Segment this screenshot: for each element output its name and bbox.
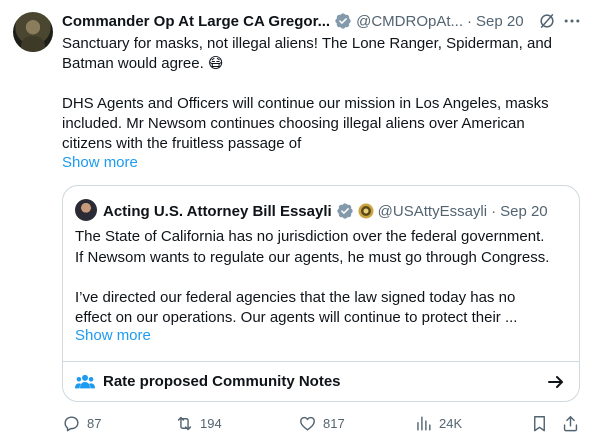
affiliation-seal-icon[interactable]: [358, 203, 374, 219]
rate-community-notes-label[interactable]: Rate proposed Community Notes: [103, 373, 341, 390]
repost-count: 194: [200, 416, 222, 431]
show-more-link[interactable]: Show more: [62, 153, 138, 173]
quote-text-line: I’ve directed our federal agencies that …: [75, 289, 516, 306]
quote-header-separator: ·: [491, 202, 497, 220]
arrow-right-icon[interactable]: [547, 373, 565, 391]
post-text-line: Batman would agree. 😷: [62, 55, 224, 72]
quote-author-avatar[interactable]: [75, 199, 97, 221]
reply-count: 87: [87, 416, 102, 431]
share-button[interactable]: [561, 414, 586, 433]
community-notes-people-icon: [75, 373, 95, 391]
bookmark-icon: [534, 416, 545, 432]
bookmark-button[interactable]: [530, 414, 555, 433]
like-button[interactable]: 817: [298, 414, 345, 433]
views-chart-icon: [417, 416, 431, 431]
share-icon: [563, 416, 578, 432]
views-count: 24K: [439, 416, 463, 431]
quote-author-handle[interactable]: @USAttyEssayli: [378, 203, 487, 220]
reply-button[interactable]: 87: [62, 414, 101, 433]
author-avatar[interactable]: [13, 12, 53, 52]
quote-show-more-link[interactable]: Show more: [75, 326, 151, 346]
quote-text-line: The State of California has no jurisdict…: [75, 228, 545, 245]
verified-gray-badge-icon[interactable]: [336, 202, 354, 220]
post-text-line: DHS Agents and Officers will continue ou…: [62, 95, 549, 112]
more-options-icon[interactable]: [562, 11, 582, 31]
header-separator: ·: [467, 12, 473, 30]
author-handle[interactable]: @CMDROpAt...: [356, 13, 463, 30]
post-text-line: Sanctuary for masks, not illegal aliens!…: [62, 35, 553, 52]
views-button[interactable]: 24K: [414, 414, 462, 433]
quote-text-line: effect on our operations. Our agents wil…: [75, 309, 518, 326]
post-date[interactable]: Sep 20: [476, 13, 524, 30]
quoted-post[interactable]: Acting U.S. Attorney Bill Essayli @USAtt…: [62, 185, 580, 402]
grok-icon[interactable]: [537, 11, 557, 31]
quote-text-line: If Newsom wants to regulate our agents, …: [75, 249, 550, 266]
repost-button[interactable]: 194: [175, 414, 222, 433]
verified-gray-badge-icon[interactable]: [334, 12, 352, 30]
post-text-line: citizens with the fruitless passage of: [62, 135, 302, 152]
quote-author-name[interactable]: Acting U.S. Attorney Bill Essayli: [103, 203, 332, 220]
quote-header: Acting U.S. Attorney Bill Essayli @USAtt…: [103, 200, 548, 222]
post-text-line: included. Mr Newsom continues choosing i…: [62, 115, 525, 132]
community-notes-bar[interactable]: Rate proposed Community Notes: [63, 361, 579, 401]
repost-icon: [177, 416, 192, 431]
like-count: 817: [323, 416, 345, 431]
action-bar: 87 194 817 24K: [62, 414, 582, 438]
reply-icon: [64, 416, 79, 432]
heart-icon: [300, 416, 315, 431]
post-header: Commander Op At Large CA Gregor... @CMDR…: [62, 10, 582, 32]
author-name[interactable]: Commander Op At Large CA Gregor...: [62, 13, 330, 30]
quote-date[interactable]: Sep 20: [500, 203, 548, 220]
